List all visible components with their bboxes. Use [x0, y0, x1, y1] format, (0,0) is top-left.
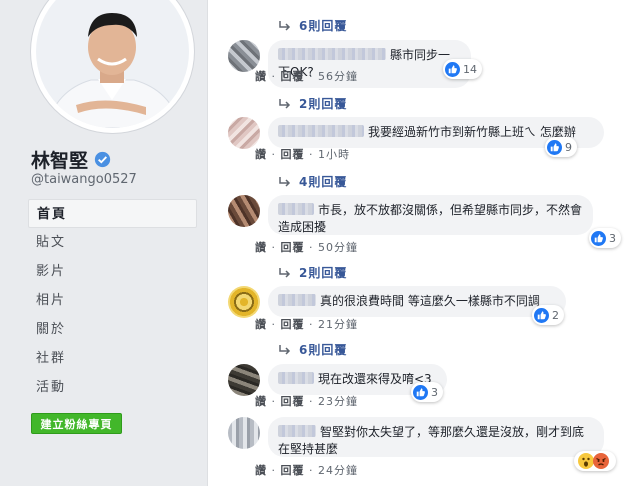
comments-panel: 6則回覆 縣市同步一下OK? 14 讚 · 回覆 · 56分鐘 2則回覆 我要經…: [207, 0, 644, 486]
comment-bubble: 真的很浪費時間 等這麼久一樣縣市不同調: [268, 286, 566, 317]
reply-link[interactable]: 回覆: [281, 464, 305, 477]
reply-link[interactable]: 回覆: [281, 148, 305, 161]
view-replies-label: 6則回覆: [299, 19, 348, 33]
profile-picture[interactable]: [31, 0, 194, 133]
comment-text: 我要經過新竹市到新竹縣上班ㄟ 怎麼辦: [368, 125, 576, 139]
comment-actions: 讚 · 回覆 · 1小時: [255, 148, 350, 161]
like-link[interactable]: 讚: [255, 241, 267, 254]
comment-actions: 讚 · 回覆 · 21分鐘: [255, 318, 358, 331]
like-reaction-icon: [445, 61, 460, 77]
commenter-name[interactable]: [278, 48, 386, 60]
like-reaction-icon: [547, 139, 562, 155]
comment-time[interactable]: 24分鐘: [318, 464, 358, 477]
commenter-avatar[interactable]: [228, 364, 260, 396]
commenter-name[interactable]: [278, 203, 314, 215]
reply-link[interactable]: 回覆: [281, 70, 305, 83]
create-page-button[interactable]: 建立粉絲專頁: [31, 413, 122, 434]
reaction-icons[interactable]: [574, 451, 616, 471]
view-replies-label: 2則回覆: [299, 266, 348, 280]
page-nav: 首頁 貼文 影片 相片 關於 社群 活動: [28, 199, 197, 402]
like-reaction-icon: [591, 230, 606, 246]
comment-time[interactable]: 56分鐘: [318, 70, 358, 83]
like-reaction-icon: [413, 384, 428, 400]
nav-item-photos[interactable]: 相片: [28, 286, 197, 315]
reaction-count-value: 3: [431, 385, 438, 399]
comment-text: 智堅對你太失望了，等那麼久還是沒放，剛才到底在堅持甚麼: [278, 425, 585, 456]
like-link[interactable]: 讚: [255, 70, 267, 83]
comment-time[interactable]: 23分鐘: [318, 395, 358, 408]
reaction-count[interactable]: 3: [589, 228, 621, 248]
nav-item-community[interactable]: 社群: [28, 344, 197, 373]
view-replies-label: 2則回覆: [299, 97, 348, 111]
verified-badge-icon: [94, 151, 111, 168]
commenter-avatar[interactable]: [228, 286, 260, 318]
comment-time[interactable]: 1小時: [318, 148, 350, 161]
comment-text: 真的很浪費時間 等這麼久一樣縣市不同調: [320, 294, 540, 308]
nav-item-videos[interactable]: 影片: [28, 257, 197, 286]
reply-arrow-icon: [279, 176, 291, 187]
reaction-count-value: 9: [565, 140, 572, 154]
like-link[interactable]: 讚: [255, 464, 267, 477]
like-link[interactable]: 讚: [255, 148, 267, 161]
comment-bubble: 市長，放不放都沒關係，但希望縣市同步，不然會造成困擾: [268, 195, 593, 235]
reaction-count-value: 14: [463, 62, 477, 76]
reply-arrow-icon: [279, 267, 291, 278]
reply-arrow-icon: [279, 344, 291, 355]
profile-photo-icon: [36, 0, 189, 128]
reaction-count[interactable]: 14: [443, 59, 482, 79]
comment-time[interactable]: 50分鐘: [318, 241, 358, 254]
reaction-count[interactable]: 3: [411, 382, 443, 402]
reply-link[interactable]: 回覆: [281, 241, 305, 254]
reply-arrow-icon: [279, 20, 291, 31]
page-handle[interactable]: @taiwango0527: [31, 172, 137, 187]
commenter-name[interactable]: [278, 125, 364, 137]
commenter-avatar[interactable]: [228, 117, 260, 149]
view-replies-link[interactable]: 4則回覆: [278, 173, 347, 190]
nav-item-events[interactable]: 活動: [28, 373, 197, 402]
view-replies-label: 4則回覆: [299, 175, 348, 189]
commenter-name[interactable]: [278, 372, 314, 384]
reply-link[interactable]: 回覆: [281, 395, 305, 408]
nav-item-home[interactable]: 首頁: [28, 199, 197, 228]
page-title[interactable]: 林智堅: [31, 146, 111, 173]
reaction-count[interactable]: 2: [532, 305, 564, 325]
commenter-name[interactable]: [278, 425, 316, 437]
view-replies-link[interactable]: 2則回覆: [278, 95, 347, 112]
view-replies-link[interactable]: 2則回覆: [278, 264, 347, 281]
commenter-avatar[interactable]: [228, 417, 260, 449]
view-replies-link[interactable]: 6則回覆: [278, 17, 347, 34]
comment-actions: 讚 · 回覆 · 23分鐘: [255, 395, 358, 408]
page-sidebar: 林智堅 @taiwango0527 首頁 貼文 影片 相片 關於 社群 活動 建…: [0, 0, 207, 486]
comment-time[interactable]: 21分鐘: [318, 318, 358, 331]
comment-actions: 讚 · 回覆 · 50分鐘: [255, 241, 358, 254]
reply-link[interactable]: 回覆: [281, 318, 305, 331]
view-replies-link[interactable]: 6則回覆: [278, 341, 347, 358]
reaction-count[interactable]: 9: [545, 137, 577, 157]
comment-actions: 讚 · 回覆 · 56分鐘: [255, 70, 358, 83]
wow-reaction-icon: [578, 453, 594, 469]
view-replies-label: 6則回覆: [299, 343, 348, 357]
reply-arrow-icon: [279, 98, 291, 109]
commenter-name[interactable]: [278, 294, 316, 306]
angry-reaction-icon: [593, 453, 609, 469]
like-link[interactable]: 讚: [255, 318, 267, 331]
reaction-count-value: 3: [609, 231, 616, 245]
like-link[interactable]: 讚: [255, 395, 267, 408]
comment-actions: 讚 · 回覆 · 24分鐘: [255, 464, 358, 477]
comment-bubble: 智堅對你太失望了，等那麼久還是沒放，剛才到底在堅持甚麼: [268, 417, 604, 457]
like-reaction-icon: [534, 307, 549, 323]
nav-item-about[interactable]: 關於: [28, 315, 197, 344]
commenter-avatar[interactable]: [228, 195, 260, 227]
page-name-text: 林智堅: [31, 150, 89, 172]
comment-text: 市長，放不放都沒關係，但希望縣市同步，不然會造成困擾: [278, 203, 583, 234]
nav-item-posts[interactable]: 貼文: [28, 228, 197, 257]
reaction-count-value: 2: [552, 308, 559, 322]
